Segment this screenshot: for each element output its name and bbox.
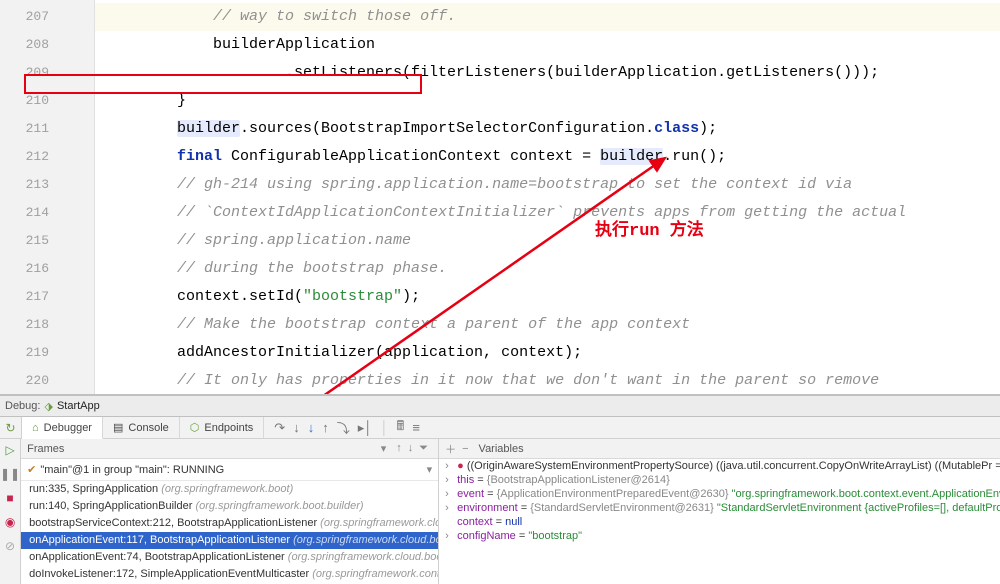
variable-row[interactable]: context = null: [439, 515, 1000, 529]
code-line[interactable]: final ConfigurableApplicationContext con…: [95, 143, 1000, 171]
variables-header: ＋ − Variables ∞: [439, 439, 1000, 459]
thread-selector[interactable]: ✔ "main"@1 in group "main": RUNNING ▾: [21, 459, 438, 481]
debug-toolbar: Debug: ⬗ StartApp: [0, 395, 1000, 417]
line-gutter: 2072082092102112122132142152162172182192…: [0, 0, 95, 394]
leaf-icon: ⬗: [44, 400, 52, 413]
prev-frame-icon[interactable]: ↑: [396, 442, 402, 455]
add-icon[interactable]: ＋: [445, 441, 462, 457]
chevron-down-icon[interactable]: ▾: [381, 442, 391, 455]
call-stack[interactable]: run:335, SpringApplication (org.springfr…: [21, 481, 438, 584]
chevron-down-icon: ▾: [427, 463, 433, 476]
stack-frame[interactable]: doInvokeListener:172, SimpleApplicationE…: [21, 566, 438, 583]
tab-debugger[interactable]: ⌂Debugger: [22, 417, 103, 439]
code-line[interactable]: // Make the bootstrap context a parent o…: [95, 311, 1000, 339]
variable-row[interactable]: this = {BootstrapApplicationListener@261…: [439, 473, 1000, 487]
debug-app-name[interactable]: ⬗ StartApp: [44, 400, 99, 413]
code-editor[interactable]: 2072082092102112122132142152162172182192…: [0, 0, 1000, 395]
step-out-icon[interactable]: ↑: [322, 420, 329, 435]
check-icon: ✔: [27, 463, 36, 476]
remove-icon[interactable]: −: [462, 443, 478, 455]
view-breakpoints-icon[interactable]: ◉: [5, 515, 15, 529]
stack-frame[interactable]: onApplicationEvent:74, BootstrapApplicat…: [21, 549, 438, 566]
filter-icon[interactable]: ⏷: [419, 442, 428, 455]
force-step-into-icon[interactable]: ↓: [308, 420, 315, 435]
debug-label: Debug:: [5, 400, 40, 412]
frames-panel: Frames ▾ ↑ ↓ ⏷ ✔ "main"@1 in group "main…: [21, 439, 439, 584]
code-line[interactable]: // `ContextIdApplicationContextInitializ…: [95, 199, 1000, 227]
debug-tabs: ↻ ⌂Debugger ▤Console ⬡Endpoints ↷ ↓ ↓ ↑ …: [0, 417, 1000, 439]
code-area[interactable]: // way to switch those off. builderAppli…: [95, 0, 1000, 394]
stack-frame[interactable]: run:335, SpringApplication (org.springfr…: [21, 481, 438, 498]
variable-row[interactable]: ● ((OriginAwareSystemEnvironmentProperty…: [439, 459, 1000, 473]
pause-icon[interactable]: ❚❚: [0, 467, 20, 481]
code-line[interactable]: builderApplication: [95, 31, 1000, 59]
variable-row[interactable]: environment = {StandardServletEnvironmen…: [439, 501, 1000, 515]
step-into-icon[interactable]: ↓: [293, 420, 300, 435]
stack-frame[interactable]: onApplicationEvent:117, BootstrapApplica…: [21, 532, 438, 549]
bug-icon: ⌂: [32, 422, 39, 434]
code-line[interactable]: addAncestorInitializer(application, cont…: [95, 339, 1000, 367]
next-frame-icon[interactable]: ↓: [408, 442, 414, 455]
code-line[interactable]: context.setId("bootstrap");: [95, 283, 1000, 311]
stop-icon[interactable]: ■: [6, 491, 13, 505]
code-line[interactable]: // spring.application.name: [95, 227, 1000, 255]
console-icon: ▤: [113, 421, 123, 434]
debug-left-rail: ▷ ❚❚ ■ ◉ ⊘: [0, 439, 21, 584]
variables-list[interactable]: ● ((OriginAwareSystemEnvironmentProperty…: [439, 459, 1000, 543]
trace-icon[interactable]: ≡: [412, 420, 420, 435]
code-line[interactable]: // It only has properties in it now that…: [95, 367, 1000, 394]
rerun-icon[interactable]: ↻: [0, 417, 22, 438]
resume-icon[interactable]: ▷: [5, 443, 14, 457]
debug-panels: ▷ ❚❚ ■ ◉ ⊘ Frames ▾ ↑ ↓ ⏷ ✔ "main"@1 in …: [0, 439, 1000, 584]
code-line[interactable]: // gh-214 using spring.application.name=…: [95, 171, 1000, 199]
variable-row[interactable]: event = {ApplicationEnvironmentPreparedE…: [439, 487, 1000, 501]
code-line[interactable]: // way to switch those off.: [95, 3, 1000, 31]
code-line[interactable]: .setListeners(filterListeners(builderApp…: [95, 59, 1000, 87]
stack-frame[interactable]: run:140, SpringApplicationBuilder (org.s…: [21, 498, 438, 515]
evaluate-icon[interactable]: 🖩: [397, 417, 405, 439]
frames-header: Frames ▾ ↑ ↓ ⏷: [21, 439, 438, 459]
drop-frame-icon[interactable]: ⤵: [337, 418, 350, 437]
variable-row[interactable]: configName = "bootstrap": [439, 529, 1000, 543]
stack-frame[interactable]: bootstrapServiceContext:212, BootstrapAp…: [21, 515, 438, 532]
run-to-cursor-icon[interactable]: ▸│: [358, 420, 373, 436]
code-line[interactable]: }: [95, 87, 1000, 115]
mute-breakpoints-icon[interactable]: ⊘: [5, 539, 15, 553]
endpoints-icon: ⬡: [190, 421, 200, 434]
code-line[interactable]: builder.sources(BootstrapImportSelectorC…: [95, 115, 1000, 143]
step-over-icon[interactable]: ↷: [274, 420, 285, 436]
variables-panel: ＋ − Variables ∞ ● ((OriginAwareSystemEnv…: [439, 439, 1000, 584]
code-line[interactable]: // during the bootstrap phase.: [95, 255, 1000, 283]
tab-endpoints[interactable]: ⬡Endpoints: [180, 417, 265, 439]
step-toolbar: ↷ ↓ ↓ ↑ ⤵ ▸│ │ 🖩 ≡: [264, 417, 420, 438]
tab-console[interactable]: ▤Console: [103, 417, 180, 439]
